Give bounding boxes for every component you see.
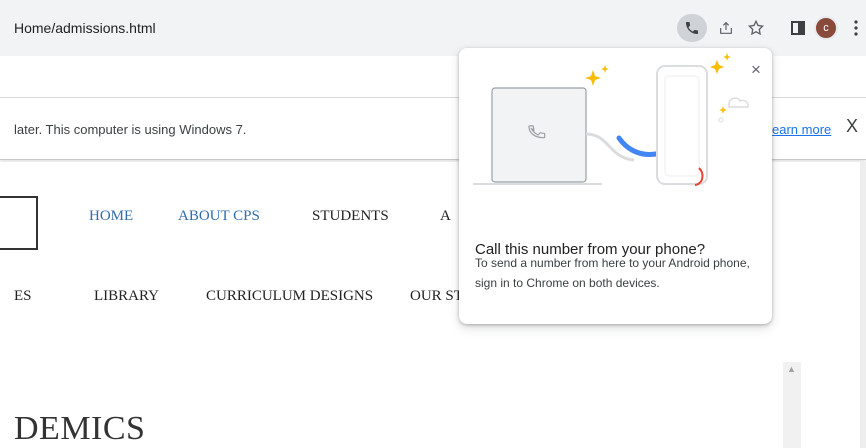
profile-avatar[interactable]: c — [814, 16, 838, 40]
scrollbar[interactable]: ▲ — [783, 362, 801, 448]
nav-students[interactable]: STUDENTS — [312, 208, 389, 225]
nav-item-truncated[interactable]: A — [440, 208, 451, 225]
side-panel-icon[interactable] — [784, 14, 812, 42]
nav-home[interactable]: HOME — [89, 208, 133, 225]
nav-about-cps[interactable]: ABOUT CPS — [178, 208, 260, 225]
learn-more-link[interactable]: earn more — [772, 122, 831, 137]
address-bar[interactable]: Home/admissions.html — [0, 11, 770, 45]
page-edge — [860, 162, 866, 448]
kebab-menu-icon[interactable] — [842, 14, 866, 42]
click-to-call-illustration — [459, 48, 772, 186]
page-heading: DEMICS — [14, 410, 146, 447]
star-icon[interactable] — [742, 14, 770, 42]
share-icon[interactable] — [712, 14, 740, 42]
nav-es[interactable]: ES — [14, 288, 32, 305]
url-text[interactable]: Home/admissions.html — [14, 20, 156, 36]
close-icon[interactable]: × — [746, 60, 766, 80]
scroll-up-arrow-icon[interactable]: ▲ — [787, 364, 796, 374]
site-logo-frame — [0, 196, 38, 250]
bubble-body: To send a number from here to your Andro… — [475, 256, 750, 290]
nav-library[interactable]: LIBRARY — [94, 288, 159, 305]
infobar-message: later. This computer is using Windows 7. — [14, 122, 247, 137]
infobar-close-icon[interactable]: X — [846, 116, 864, 138]
phone-icon[interactable] — [677, 14, 707, 42]
nav-curriculum-designs[interactable]: CURRICULUM DESIGNS — [206, 288, 373, 305]
nav-our-staff[interactable]: OUR ST. — [410, 288, 466, 305]
click-to-call-bubble: × Call this number from your phone? To s… — [459, 48, 772, 324]
